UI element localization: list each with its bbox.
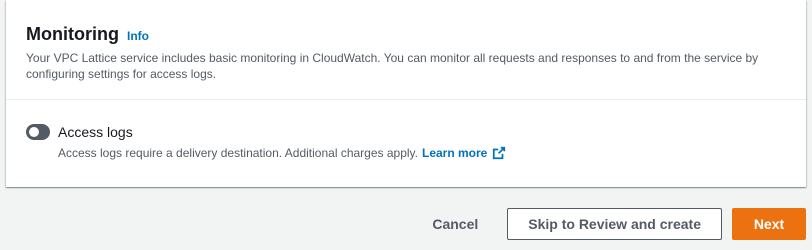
next-button[interactable]: Next: [732, 208, 806, 240]
access-logs-toggle[interactable]: [26, 124, 50, 140]
monitoring-header: Monitoring Info Your VPC Lattice service…: [6, 0, 806, 100]
access-logs-toggle-row[interactable]: Access logs: [26, 122, 806, 142]
access-logs-description: Access logs require a delivery destinati…: [58, 146, 418, 160]
access-logs-description-row: Access logs require a delivery destinati…: [58, 146, 806, 160]
wizard-actions: Cancel Skip to Review and create Next: [411, 208, 806, 240]
cancel-button[interactable]: Cancel: [411, 208, 499, 240]
info-link[interactable]: Info: [127, 26, 149, 46]
external-link-icon[interactable]: [492, 146, 506, 160]
skip-to-review-button[interactable]: Skip to Review and create: [507, 208, 722, 240]
learn-more-label[interactable]: Learn more: [422, 146, 487, 160]
learn-more-link[interactable]: Learn more: [422, 146, 506, 160]
access-logs-label[interactable]: Access logs: [58, 124, 133, 140]
monitoring-title: Monitoring: [26, 24, 119, 44]
monitoring-description: Your VPC Lattice service includes basic …: [26, 51, 759, 81]
toggle-knob: [29, 127, 39, 137]
monitoring-panel: Monitoring Info Your VPC Lattice service…: [6, 0, 806, 187]
access-logs-section: Access logs Access logs require a delive…: [6, 100, 806, 160]
title-row: Monitoring Info: [26, 24, 806, 44]
